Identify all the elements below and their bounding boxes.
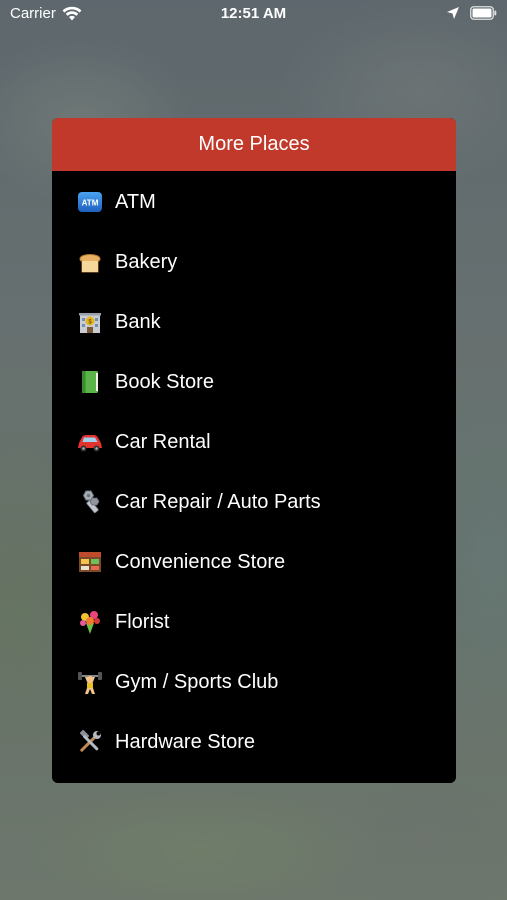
panel-title: More Places: [198, 133, 310, 155]
atm-icon: ATM: [76, 188, 104, 216]
status-bar: Carrier 12:51 AM: [0, 0, 507, 28]
list-item-atm[interactable]: ATM ATM: [52, 172, 456, 232]
nut-and-bolt-icon: [76, 488, 104, 516]
list-item-label: Car Rental: [115, 430, 211, 453]
list-item-label: Convenience Store: [115, 550, 286, 573]
list-item-book-store[interactable]: Book Store: [52, 352, 456, 412]
weightlifter-icon: [76, 668, 104, 696]
red-car-icon: [76, 428, 104, 456]
bouquet-icon: [76, 608, 104, 636]
bank-building-icon: $: [76, 308, 104, 336]
list-item-label: Book Store: [115, 370, 214, 393]
more-places-panel: More Places ATM ATM Bakery $ Bank Book S…: [52, 118, 456, 783]
svg-text:ATM: ATM: [82, 199, 99, 208]
list-item-bank[interactable]: $ Bank: [52, 292, 456, 352]
battery-icon: [470, 6, 497, 20]
list-item-gym[interactable]: Gym / Sports Club: [52, 652, 456, 712]
list-item-car-rental[interactable]: Car Rental: [52, 412, 456, 472]
hammer-and-wrench-icon: [76, 728, 104, 756]
list-item-label: Florist: [115, 610, 170, 633]
list-item-label: Hardware Store: [115, 730, 256, 753]
list-item-convenience-store[interactable]: Convenience Store: [52, 532, 456, 592]
list-item-florist[interactable]: Florist: [52, 592, 456, 652]
status-right-group: [446, 6, 497, 20]
list-item-label: Car Repair / Auto Parts: [115, 490, 321, 513]
location-arrow-icon: [447, 7, 459, 19]
list-item-hardware-store[interactable]: Hardware Store: [52, 712, 456, 772]
status-time: 12:51 AM: [220, 5, 287, 22]
panel-header: More Places: [52, 118, 456, 171]
list-item-label: Bank: [115, 310, 161, 333]
places-list: ATM ATM Bakery $ Bank Book Store Car Ren…: [52, 172, 456, 772]
bread-icon: [76, 248, 104, 276]
list-item-label: Gym / Sports Club: [115, 670, 279, 693]
list-item-label: ATM: [115, 190, 156, 213]
list-item-bakery[interactable]: Bakery: [52, 232, 456, 292]
list-item-car-repair[interactable]: Car Repair / Auto Parts: [52, 472, 456, 532]
convenience-store-icon: [76, 548, 104, 576]
list-item-label: Bakery: [115, 250, 178, 273]
green-book-icon: [76, 368, 104, 396]
